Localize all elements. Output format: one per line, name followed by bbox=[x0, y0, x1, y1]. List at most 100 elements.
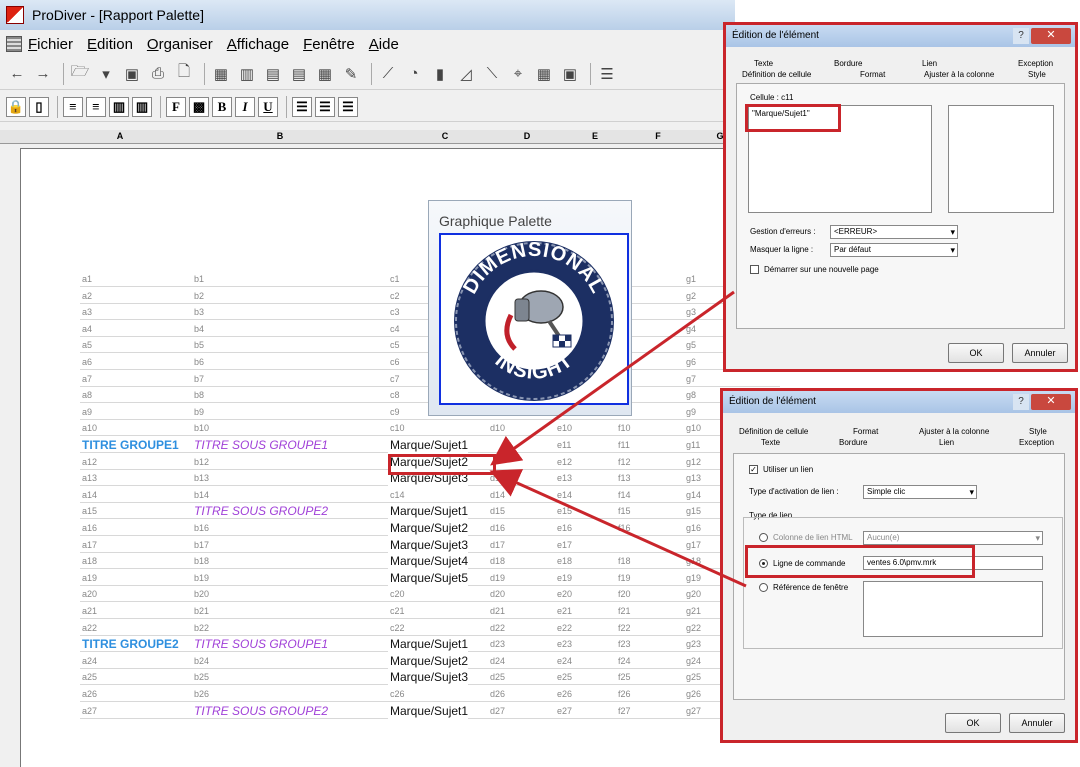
table-cell[interactable]: g22 bbox=[684, 621, 701, 636]
html-column-radio[interactable] bbox=[759, 533, 768, 542]
tab-exception[interactable]: Exception bbox=[1019, 438, 1054, 447]
grid-icon[interactable]: ▦ bbox=[314, 63, 336, 85]
table-cell[interactable]: d15 bbox=[488, 504, 505, 519]
table-cell[interactable]: f13 bbox=[616, 471, 631, 486]
table-cell[interactable]: e15 bbox=[555, 504, 572, 519]
line-chart-icon[interactable]: ⟋ bbox=[377, 63, 399, 85]
table-cell[interactable]: a12 bbox=[80, 455, 97, 470]
print-preview-icon[interactable]: 🗋 bbox=[173, 63, 195, 85]
table-cell[interactable]: TITRE SOUS GROUPE1 bbox=[192, 637, 328, 652]
table-cell[interactable]: f23 bbox=[616, 637, 631, 652]
dropdown-icon[interactable]: ▾ bbox=[95, 63, 117, 85]
tab-ajuster[interactable]: Ajuster à la colonne bbox=[919, 427, 989, 436]
table-cell[interactable]: a26 bbox=[80, 687, 97, 702]
column-header-c[interactable]: C bbox=[435, 131, 455, 141]
table-cell[interactable]: c21 bbox=[388, 604, 405, 619]
table-cell[interactable]: a3 bbox=[80, 305, 92, 320]
table-cell[interactable]: a8 bbox=[80, 388, 92, 403]
table-cell[interactable]: g21 bbox=[684, 604, 701, 619]
menu-fichier[interactable]: Fichier bbox=[28, 36, 73, 53]
table-cell[interactable]: g25 bbox=[684, 670, 701, 685]
table-cell[interactable]: c14 bbox=[388, 488, 405, 503]
table-cell[interactable]: b7 bbox=[192, 372, 204, 387]
table-cell[interactable]: b13 bbox=[192, 471, 209, 486]
table-cell[interactable]: b4 bbox=[192, 322, 204, 337]
table-cell[interactable]: TITRE SOUS GROUPE1 bbox=[192, 438, 328, 453]
table-cell[interactable]: d16 bbox=[488, 521, 505, 536]
table-cell[interactable]: a15 bbox=[80, 504, 97, 519]
newpage-checkbox[interactable] bbox=[750, 265, 759, 274]
table-cell[interactable]: TITRE SOUS GROUPE2 bbox=[192, 704, 328, 719]
table-cell[interactable]: f10 bbox=[616, 421, 631, 436]
table-cell[interactable]: g24 bbox=[684, 654, 701, 669]
palette-image-frame[interactable]: DIMENSIONAL INSIGHT bbox=[439, 233, 629, 405]
properties-icon[interactable]: ☰ bbox=[596, 63, 618, 85]
column-chart-alt-icon[interactable]: ▥ bbox=[132, 96, 152, 117]
table-cell[interactable]: Marque/Sujet1 bbox=[388, 438, 469, 453]
table-cell[interactable]: g4 bbox=[684, 322, 696, 337]
table-cell[interactable]: g1 bbox=[684, 272, 696, 287]
table-cell[interactable]: d26 bbox=[488, 687, 505, 702]
table-cell[interactable]: f16 bbox=[616, 521, 631, 536]
table-cell[interactable]: d22 bbox=[488, 621, 505, 636]
table-cell[interactable]: b19 bbox=[192, 571, 209, 586]
table-cell[interactable]: g23 bbox=[684, 637, 701, 652]
help-icon[interactable]: ? bbox=[1013, 28, 1029, 44]
table-cell[interactable]: a4 bbox=[80, 322, 92, 337]
table-cell[interactable]: g18 bbox=[684, 554, 701, 569]
table-cell[interactable]: g12 bbox=[684, 455, 701, 470]
column-header-f[interactable]: F bbox=[648, 131, 668, 141]
align-left-bars-icon[interactable]: ≡ bbox=[63, 96, 83, 117]
ok-button[interactable]: OK bbox=[948, 343, 1004, 363]
table-cell[interactable]: e27 bbox=[555, 704, 572, 719]
table-icon[interactable]: ▦ bbox=[210, 63, 232, 85]
function-list[interactable] bbox=[948, 105, 1054, 213]
table-cell[interactable]: a9 bbox=[80, 405, 92, 420]
table-cell[interactable]: c10 bbox=[388, 421, 405, 436]
tab-ajuster[interactable]: Ajuster à la colonne bbox=[924, 70, 994, 79]
table-cell[interactable]: a5 bbox=[80, 338, 92, 353]
forward-arrow-icon[interactable]: → bbox=[32, 63, 54, 85]
edit-element-dialog-definition[interactable]: Édition de l'élément ? ✕ Texte Bordure L… bbox=[723, 22, 1078, 372]
table-cell[interactable]: g13 bbox=[684, 471, 701, 486]
table-cell[interactable]: b3 bbox=[192, 305, 204, 320]
table-cell[interactable]: a2 bbox=[80, 289, 92, 304]
cancel-button[interactable]: Annuler bbox=[1012, 343, 1068, 363]
table-cell[interactable]: a21 bbox=[80, 604, 97, 619]
table-cell[interactable]: d27 bbox=[488, 704, 505, 719]
table-cell[interactable]: g7 bbox=[684, 372, 696, 387]
help-icon[interactable]: ? bbox=[1013, 394, 1029, 410]
table-cell[interactable]: Marque/Sujet1 bbox=[388, 504, 469, 520]
table-cell[interactable]: g15 bbox=[684, 504, 701, 519]
table-cell[interactable]: TITRE GROUPE1 bbox=[80, 438, 179, 453]
align-right-icon[interactable]: ☰ bbox=[338, 96, 358, 117]
tab-format[interactable]: Format bbox=[853, 427, 878, 436]
table-cell[interactable]: b25 bbox=[192, 670, 209, 685]
column-header-a[interactable]: A bbox=[110, 131, 130, 141]
table-cell[interactable]: a19 bbox=[80, 571, 97, 586]
ok-button[interactable]: OK bbox=[945, 713, 1001, 733]
table-cell[interactable]: c20 bbox=[388, 587, 405, 602]
table-cell[interactable]: f19 bbox=[616, 571, 631, 586]
table-cell[interactable]: f22 bbox=[616, 621, 631, 636]
table-cell[interactable]: f15 bbox=[616, 504, 631, 519]
table-cell[interactable]: a14 bbox=[80, 488, 97, 503]
table-cell[interactable]: f24 bbox=[616, 654, 631, 669]
table-cell[interactable]: f21 bbox=[616, 604, 631, 619]
insert-row-icon[interactable]: ▤ bbox=[262, 63, 284, 85]
trend-chart-icon[interactable]: ⟍ bbox=[481, 63, 503, 85]
tab-texte[interactable]: Texte bbox=[761, 438, 780, 447]
tab-style[interactable]: Style bbox=[1028, 70, 1046, 79]
table-cell[interactable]: b20 bbox=[192, 587, 209, 602]
error-select[interactable]: <ERREUR> bbox=[830, 225, 958, 239]
table-columns-icon[interactable]: ▥ bbox=[236, 63, 258, 85]
table-cell[interactable]: a7 bbox=[80, 372, 92, 387]
table-cell[interactable]: g5 bbox=[684, 338, 696, 353]
table-cell[interactable]: a1 bbox=[80, 272, 92, 287]
underline-icon[interactable]: U bbox=[258, 96, 278, 117]
table-cell[interactable]: b1 bbox=[192, 272, 204, 287]
table-cell[interactable]: d21 bbox=[488, 604, 505, 619]
table-cell[interactable]: d19 bbox=[488, 571, 505, 586]
table-view-icon[interactable]: ▦ bbox=[533, 63, 555, 85]
tab-format[interactable]: Format bbox=[860, 70, 885, 79]
